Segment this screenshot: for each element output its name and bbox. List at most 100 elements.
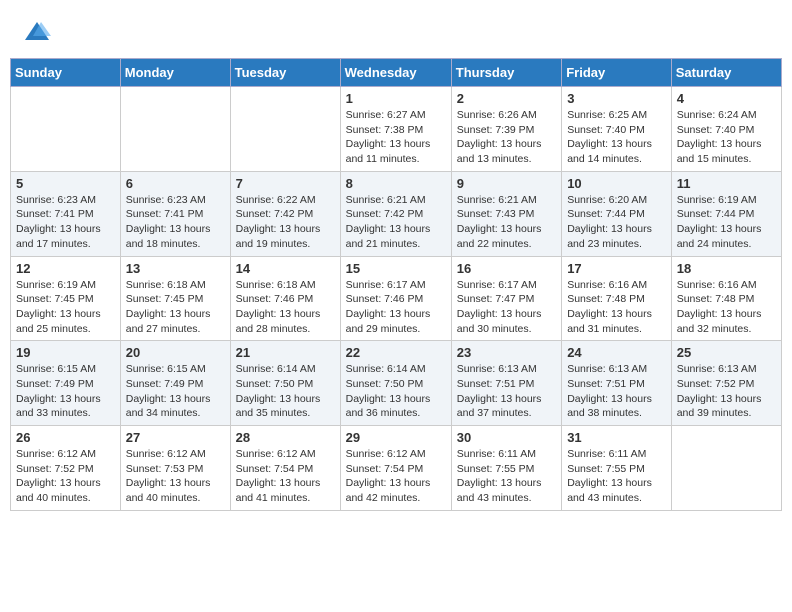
day-number: 23 <box>457 345 556 360</box>
day-info: Sunrise: 6:17 AMSunset: 7:46 PMDaylight:… <box>346 278 446 337</box>
calendar-cell: 22 Sunrise: 6:14 AMSunset: 7:50 PMDayligh… <box>340 341 451 426</box>
col-header-tuesday: Tuesday <box>230 59 340 87</box>
day-number: 24 <box>567 345 666 360</box>
calendar-cell: 28 Sunrise: 6:12 AMSunset: 7:54 PMDayligh… <box>230 426 340 511</box>
col-header-sunday: Sunday <box>11 59 121 87</box>
day-info: Sunrise: 6:18 AMSunset: 7:45 PMDaylight:… <box>126 278 225 337</box>
day-number: 6 <box>126 176 225 191</box>
day-info: Sunrise: 6:17 AMSunset: 7:47 PMDaylight:… <box>457 278 556 337</box>
day-info: Sunrise: 6:13 AMSunset: 7:51 PMDaylight:… <box>567 362 666 421</box>
col-header-wednesday: Wednesday <box>340 59 451 87</box>
calendar-week-3: 12 Sunrise: 6:19 AMSunset: 7:45 PMDayligh… <box>11 256 782 341</box>
day-number: 26 <box>16 430 115 445</box>
day-number: 4 <box>677 91 776 106</box>
calendar-cell: 13 Sunrise: 6:18 AMSunset: 7:45 PMDayligh… <box>120 256 230 341</box>
day-info: Sunrise: 6:21 AMSunset: 7:43 PMDaylight:… <box>457 193 556 252</box>
day-number: 22 <box>346 345 446 360</box>
day-info: Sunrise: 6:25 AMSunset: 7:40 PMDaylight:… <box>567 108 666 167</box>
calendar-cell: 31Sunrise: 6:11 AMSunset: 7:55 PMDayligh… <box>562 426 672 511</box>
day-number: 16 <box>457 261 556 276</box>
day-info: Sunrise: 6:19 AMSunset: 7:45 PMDaylight:… <box>16 278 115 337</box>
day-number: 21 <box>236 345 335 360</box>
day-number: 18 <box>677 261 776 276</box>
day-number: 19 <box>16 345 115 360</box>
day-info: Sunrise: 6:14 AMSunset: 7:50 PMDaylight:… <box>346 362 446 421</box>
day-number: 30 <box>457 430 556 445</box>
calendar-cell: 1 Sunrise: 6:27 AMSunset: 7:38 PMDaylight… <box>340 87 451 172</box>
col-header-saturday: Saturday <box>671 59 781 87</box>
day-number: 12 <box>16 261 115 276</box>
day-info: Sunrise: 6:27 AMSunset: 7:38 PMDaylight:… <box>346 108 446 167</box>
calendar-cell: 26Sunrise: 6:12 AMSunset: 7:52 PMDayligh… <box>11 426 121 511</box>
day-info: Sunrise: 6:12 AMSunset: 7:53 PMDaylight:… <box>126 447 225 506</box>
day-number: 14 <box>236 261 335 276</box>
day-info: Sunrise: 6:14 AMSunset: 7:50 PMDaylight:… <box>236 362 335 421</box>
page-header <box>10 10 782 52</box>
calendar-cell: 29 Sunrise: 6:12 AMSunset: 7:54 PMDayligh… <box>340 426 451 511</box>
day-info: Sunrise: 6:23 AMSunset: 7:41 PMDaylight:… <box>126 193 225 252</box>
day-number: 11 <box>677 176 776 191</box>
calendar-cell: 16 Sunrise: 6:17 AMSunset: 7:47 PMDayligh… <box>451 256 561 341</box>
day-number: 29 <box>346 430 446 445</box>
calendar-cell: 8 Sunrise: 6:21 AMSunset: 7:42 PMDaylight… <box>340 171 451 256</box>
calendar-cell: 27Sunrise: 6:12 AMSunset: 7:53 PMDayligh… <box>120 426 230 511</box>
day-info: Sunrise: 6:13 AMSunset: 7:52 PMDaylight:… <box>677 362 776 421</box>
calendar-cell: 12 Sunrise: 6:19 AMSunset: 7:45 PMDayligh… <box>11 256 121 341</box>
day-info: Sunrise: 6:12 AMSunset: 7:54 PMDaylight:… <box>346 447 446 506</box>
day-info: Sunrise: 6:21 AMSunset: 7:42 PMDaylight:… <box>346 193 446 252</box>
day-number: 28 <box>236 430 335 445</box>
calendar-cell: 19 Sunrise: 6:15 AMSunset: 7:49 PMDayligh… <box>11 341 121 426</box>
day-info: Sunrise: 6:16 AMSunset: 7:48 PMDaylight:… <box>567 278 666 337</box>
day-number: 13 <box>126 261 225 276</box>
calendar-week-2: 5 Sunrise: 6:23 AMSunset: 7:41 PMDaylight… <box>11 171 782 256</box>
calendar-cell: 6 Sunrise: 6:23 AMSunset: 7:41 PMDaylight… <box>120 171 230 256</box>
day-info: Sunrise: 6:11 AMSunset: 7:55 PMDaylight:… <box>567 447 666 506</box>
col-header-thursday: Thursday <box>451 59 561 87</box>
day-number: 1 <box>346 91 446 106</box>
calendar-cell: 15 Sunrise: 6:17 AMSunset: 7:46 PMDayligh… <box>340 256 451 341</box>
day-info: Sunrise: 6:22 AMSunset: 7:42 PMDaylight:… <box>236 193 335 252</box>
calendar-week-5: 26Sunrise: 6:12 AMSunset: 7:52 PMDayligh… <box>11 426 782 511</box>
day-info: Sunrise: 6:15 AMSunset: 7:49 PMDaylight:… <box>16 362 115 421</box>
calendar-cell: 24 Sunrise: 6:13 AMSunset: 7:51 PMDayligh… <box>562 341 672 426</box>
day-info: Sunrise: 6:11 AMSunset: 7:55 PMDaylight:… <box>457 447 556 506</box>
day-info: Sunrise: 6:24 AMSunset: 7:40 PMDaylight:… <box>677 108 776 167</box>
day-info: Sunrise: 6:23 AMSunset: 7:41 PMDaylight:… <box>16 193 115 252</box>
day-number: 20 <box>126 345 225 360</box>
day-number: 8 <box>346 176 446 191</box>
calendar-cell: 14 Sunrise: 6:18 AMSunset: 7:46 PMDayligh… <box>230 256 340 341</box>
col-header-monday: Monday <box>120 59 230 87</box>
calendar-cell: 7 Sunrise: 6:22 AMSunset: 7:42 PMDaylight… <box>230 171 340 256</box>
calendar-cell: 10Sunrise: 6:20 AMSunset: 7:44 PMDayligh… <box>562 171 672 256</box>
calendar-cell: 11Sunrise: 6:19 AMSunset: 7:44 PMDayligh… <box>671 171 781 256</box>
day-number: 17 <box>567 261 666 276</box>
calendar-cell: 18 Sunrise: 6:16 AMSunset: 7:48 PMDayligh… <box>671 256 781 341</box>
day-info: Sunrise: 6:12 AMSunset: 7:54 PMDaylight:… <box>236 447 335 506</box>
day-number: 15 <box>346 261 446 276</box>
calendar-cell: 30 Sunrise: 6:11 AMSunset: 7:55 PMDayligh… <box>451 426 561 511</box>
day-info: Sunrise: 6:15 AMSunset: 7:49 PMDaylight:… <box>126 362 225 421</box>
calendar-cell: 9 Sunrise: 6:21 AMSunset: 7:43 PMDaylight… <box>451 171 561 256</box>
day-number: 25 <box>677 345 776 360</box>
calendar-cell: 2 Sunrise: 6:26 AMSunset: 7:39 PMDaylight… <box>451 87 561 172</box>
day-number: 7 <box>236 176 335 191</box>
day-number: 2 <box>457 91 556 106</box>
day-number: 5 <box>16 176 115 191</box>
day-number: 3 <box>567 91 666 106</box>
day-info: Sunrise: 6:26 AMSunset: 7:39 PMDaylight:… <box>457 108 556 167</box>
col-header-friday: Friday <box>562 59 672 87</box>
day-number: 9 <box>457 176 556 191</box>
calendar-cell <box>120 87 230 172</box>
calendar-week-1: 1 Sunrise: 6:27 AMSunset: 7:38 PMDaylight… <box>11 87 782 172</box>
calendar-table: SundayMondayTuesdayWednesdayThursdayFrid… <box>10 58 782 511</box>
day-info: Sunrise: 6:18 AMSunset: 7:46 PMDaylight:… <box>236 278 335 337</box>
day-number: 10 <box>567 176 666 191</box>
calendar-header-row: SundayMondayTuesdayWednesdayThursdayFrid… <box>11 59 782 87</box>
day-info: Sunrise: 6:16 AMSunset: 7:48 PMDaylight:… <box>677 278 776 337</box>
calendar-cell: 25 Sunrise: 6:13 AMSunset: 7:52 PMDayligh… <box>671 341 781 426</box>
calendar-cell: 4 Sunrise: 6:24 AMSunset: 7:40 PMDaylight… <box>671 87 781 172</box>
logo-icon <box>23 18 51 46</box>
calendar-cell: 20 Sunrise: 6:15 AMSunset: 7:49 PMDayligh… <box>120 341 230 426</box>
day-info: Sunrise: 6:13 AMSunset: 7:51 PMDaylight:… <box>457 362 556 421</box>
calendar-cell: 5 Sunrise: 6:23 AMSunset: 7:41 PMDaylight… <box>11 171 121 256</box>
